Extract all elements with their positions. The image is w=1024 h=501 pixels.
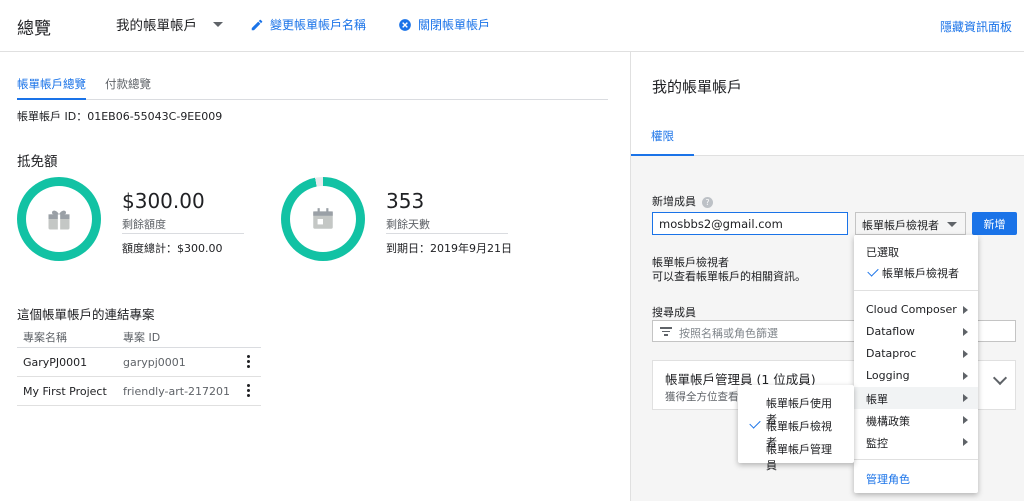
check-icon — [749, 417, 761, 429]
tab-payment-overview[interactable]: 付款總覽 — [105, 76, 151, 100]
table-header: 專案名稱 專案 ID — [17, 324, 261, 348]
close-account-link[interactable]: 關閉帳單帳戶 — [398, 16, 490, 33]
role-dropdown-menu: 已選取 帳單帳戶檢視者 Cloud Composer Dataflow Data… — [854, 235, 978, 493]
menu-item-cloud-composer[interactable]: Cloud Composer — [854, 299, 978, 321]
add-member-label: 新增成員? — [652, 193, 713, 209]
credit-amount-total: 額度總計：$300.00 — [122, 242, 223, 255]
linked-projects-table: 專案名稱 專案 ID GaryPJ0001 garypj0001 My Firs… — [17, 324, 261, 406]
menu-item-logging[interactable]: Logging — [854, 365, 978, 387]
account-name: 我的帳單帳戶 — [116, 18, 197, 34]
project-name: My First Project — [23, 385, 107, 398]
selected-header: 已選取 — [866, 246, 899, 259]
chevron-right-icon — [963, 328, 968, 336]
credit-amount-divider — [122, 233, 244, 234]
add-member-button[interactable]: 新增 — [972, 212, 1017, 235]
admin-card-subtitle: 獲得全方位查看 — [665, 391, 739, 403]
col-project-id: 專案 ID — [123, 331, 161, 344]
chevron-right-icon — [963, 372, 968, 380]
table-row[interactable]: GaryPJ0001 garypj0001 — [17, 348, 261, 377]
table-row[interactable]: My First Project friendly-art-217201 — [17, 377, 261, 406]
menu-item-monitoring[interactable]: 監控 — [854, 431, 978, 453]
credit-days-expiry: 到期日：2019年9月21日 — [386, 242, 512, 255]
calendar-icon — [313, 208, 333, 229]
filter-icon — [660, 327, 672, 338]
credit-days-divider — [386, 233, 508, 234]
caret-down-icon — [213, 21, 223, 27]
menu-item-dataflow[interactable]: Dataflow — [854, 321, 978, 343]
role-select[interactable]: 帳單帳戶檢視者 — [855, 212, 966, 235]
pencil-icon — [251, 19, 263, 30]
submenu-item-billing-user[interactable]: 帳單帳戶使用者 — [738, 391, 854, 426]
search-member-label: 搜尋成員 — [652, 306, 696, 319]
tab-account-overview[interactable]: 帳單帳戶總覽 — [17, 76, 86, 100]
panel-title: 我的帳單帳戶 — [652, 78, 743, 96]
account-selector[interactable]: 我的帳單帳戶 — [116, 14, 223, 34]
credit-days-label: 剩餘天數 — [386, 218, 430, 231]
billing-overview-page: 總覽 我的帳單帳戶 變更帳單帳戶名稱 關閉帳單帳戶 隱藏資訊面板 帳單帳戶總覽 … — [0, 0, 1024, 501]
menu-item-org-policy[interactable]: 機構政策 — [854, 409, 978, 431]
role-desc-text: 可以查看帳單帳戶的相關資訊。 — [652, 270, 806, 283]
hide-info-panel-link[interactable]: 隱藏資訊面板 — [940, 18, 1012, 35]
project-id: garypj0001 — [123, 356, 186, 369]
more-vert-icon[interactable] — [247, 384, 251, 399]
billing-role-submenu: 帳單帳戶使用者 帳單帳戶檢視者 帳單帳戶管理員 — [738, 385, 854, 472]
submenu-item-billing-viewer[interactable]: 帳單帳戶檢視者 — [738, 414, 854, 449]
manage-roles-link[interactable]: 管理角色 — [854, 467, 978, 489]
gift-icon — [48, 210, 70, 230]
new-member-input[interactable] — [652, 212, 848, 235]
role-select-value: 帳單帳戶檢視者 — [862, 219, 939, 232]
billing-account-id: 帳單帳戶 ID：01EB06-55043C-9EE009 — [17, 110, 223, 123]
rename-account-link[interactable]: 變更帳單帳戶名稱 — [250, 16, 366, 33]
tab-permissions[interactable]: 權限 — [631, 124, 694, 156]
caret-down-icon — [947, 222, 957, 227]
project-id: friendly-art-217201 — [123, 385, 231, 398]
credit-amount-ring — [17, 177, 101, 261]
menu-item-billing[interactable]: 帳單 — [854, 387, 978, 409]
chevron-right-icon — [963, 306, 968, 314]
chevron-right-icon — [963, 350, 968, 358]
rename-account-label: 變更帳單帳戶名稱 — [270, 18, 367, 32]
col-project-name: 專案名稱 — [23, 331, 67, 344]
submenu-item-billing-admin[interactable]: 帳單帳戶管理員 — [738, 437, 854, 472]
project-name: GaryPJ0001 — [23, 356, 88, 369]
chevron-down-icon[interactable] — [992, 370, 1008, 386]
overview-tabs: 帳單帳戶總覽 付款總覽 — [17, 76, 608, 100]
linked-projects-title: 這個帳單帳戶的連結專案 — [17, 307, 155, 322]
credit-days-value: 353 — [386, 189, 425, 213]
page-title: 總覽 — [17, 19, 51, 39]
chevron-right-icon — [963, 394, 968, 402]
more-vert-icon[interactable] — [247, 355, 251, 370]
close-account-label: 關閉帳單帳戶 — [418, 18, 491, 32]
search-placeholder: 按照名稱或角色篩選 — [679, 327, 778, 340]
chevron-right-icon — [963, 438, 968, 446]
chevron-right-icon — [963, 416, 968, 424]
close-circle-icon — [399, 18, 411, 31]
credit-days-ring — [281, 177, 365, 261]
check-icon — [867, 265, 879, 277]
credit-amount-label: 剩餘額度 — [122, 218, 166, 231]
top-header: 總覽 我的帳單帳戶 變更帳單帳戶名稱 關閉帳單帳戶 隱藏資訊面板 — [0, 0, 1024, 52]
selected-role-item[interactable]: 帳單帳戶檢視者 — [882, 265, 959, 281]
credits-title: 抵免額 — [17, 154, 58, 170]
help-icon[interactable]: ? — [702, 196, 713, 208]
menu-item-dataproc[interactable]: Dataproc — [854, 343, 978, 365]
credit-amount-value: $300.00 — [122, 189, 205, 213]
